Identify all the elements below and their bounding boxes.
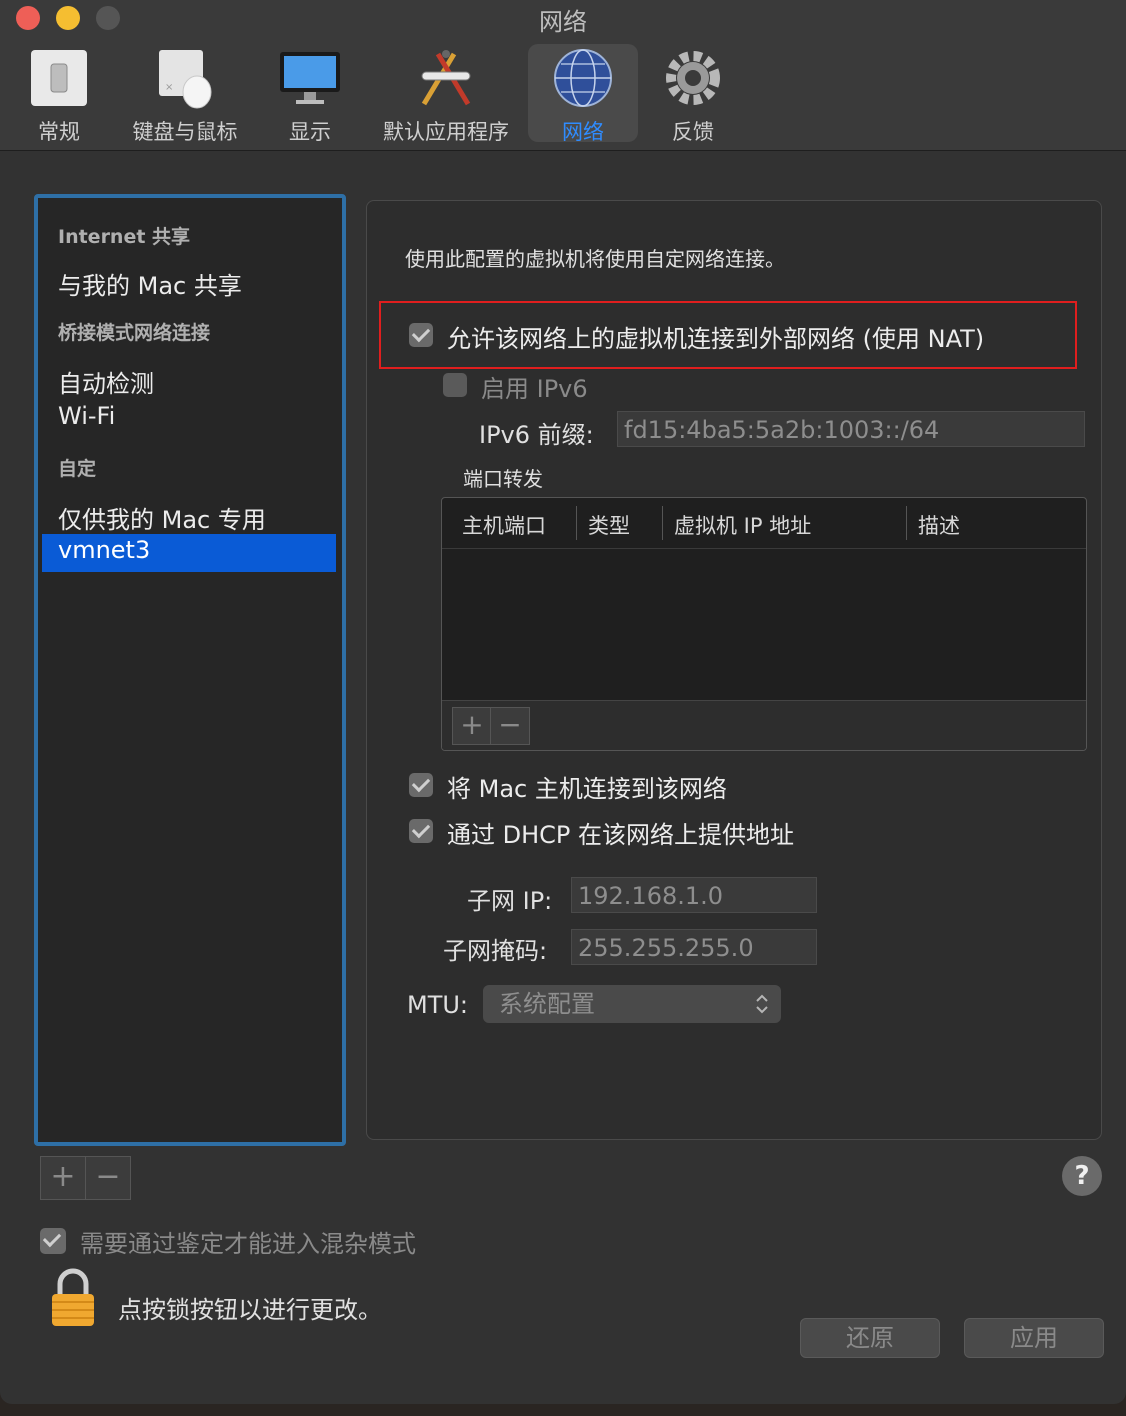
toolbar-item-default-apps[interactable]: 默认应用程序	[376, 44, 516, 144]
ipv6-prefix-label: IPv6 前缀:	[479, 421, 594, 449]
section-header-custom: 自定	[58, 458, 97, 480]
connect-mac-label: 将 Mac 主机连接到该网络	[447, 775, 727, 803]
toolbar-item-keyboard-mouse[interactable]: × 键盘与鼠标	[124, 44, 246, 144]
display-icon	[280, 52, 340, 104]
column-divider	[906, 506, 907, 540]
gear-icon	[666, 51, 720, 105]
section-header-bridged: 桥接模式网络连接	[58, 322, 211, 344]
window-title: 网络	[539, 8, 587, 36]
toolbar-item-label: 键盘与鼠标	[132, 120, 238, 144]
sidebar-item-mac-only[interactable]: 仅供我的 Mac 专用	[58, 500, 266, 535]
mtu-label: MTU:	[407, 991, 469, 1019]
svg-text:×: ×	[165, 82, 173, 93]
toolbar-item-label: 显示	[289, 120, 331, 144]
help-button[interactable]: ?	[1062, 1156, 1102, 1196]
revert-button[interactable]: 还原	[800, 1318, 940, 1358]
dhcp-label: 通过 DHCP 在该网络上提供地址	[447, 821, 795, 849]
toolbar-item-feedback[interactable]: 反馈	[652, 44, 734, 144]
globe-icon	[554, 49, 612, 107]
toolbar-item-general[interactable]: 常规	[20, 44, 98, 144]
lock-label: 点按锁按钮以进行更改。	[118, 1296, 382, 1324]
table-header: 主机端口 类型 虚拟机 IP 地址 描述	[442, 498, 1086, 549]
network-list: Internet 共享 与我的 Mac 共享 桥接模式网络连接 自动检测 Wi-…	[34, 194, 346, 1146]
toolbar-item-label: 常规	[38, 120, 80, 144]
promisc-checkbox[interactable]	[40, 1228, 66, 1254]
switch-icon	[31, 50, 87, 106]
remove-rule-button[interactable]: −	[490, 707, 530, 745]
panel-description: 使用此配置的虚拟机将使用自定网络连接。	[405, 247, 785, 271]
toolbar-item-display[interactable]: 显示	[272, 44, 348, 144]
column-type[interactable]: 类型	[588, 510, 630, 540]
remove-network-button[interactable]: −	[85, 1156, 131, 1200]
network-settings-panel: 使用此配置的虚拟机将使用自定网络连接。 允许该网络上的虚拟机连接到外部网络 (使…	[366, 200, 1102, 1140]
column-divider	[662, 506, 663, 540]
sidebar-item-label: vmnet3	[58, 536, 151, 564]
subnet-mask-field[interactable]: 255.255.255.0	[571, 929, 817, 965]
sidebar-item-wifi[interactable]: Wi-Fi	[58, 402, 115, 430]
column-divider	[576, 506, 577, 540]
apply-button[interactable]: 应用	[964, 1318, 1104, 1358]
subnet-mask-label: 子网掩码:	[443, 937, 548, 965]
column-description[interactable]: 描述	[918, 510, 960, 540]
chevron-updown-icon	[756, 994, 768, 1014]
toolbar-item-label: 网络	[562, 120, 604, 144]
lock-icon[interactable]	[48, 1268, 98, 1328]
dhcp-checkbox[interactable]	[409, 819, 433, 843]
subnet-ip-field[interactable]: 192.168.1.0	[571, 877, 817, 913]
port-forward-table: 主机端口 类型 虚拟机 IP 地址 描述 + −	[441, 497, 1087, 751]
ipv6-prefix-field[interactable]: fd15:4ba5:5a2b:1003::/64	[617, 411, 1085, 447]
connect-mac-checkbox[interactable]	[409, 773, 433, 797]
ipv6-checkbox[interactable]	[443, 373, 467, 397]
add-network-button[interactable]: +	[40, 1156, 86, 1200]
ipv6-label: 启用 IPv6	[481, 375, 588, 403]
sidebar-item-vmnet3[interactable]: vmnet3	[42, 534, 336, 572]
add-rule-button[interactable]: +	[452, 707, 492, 745]
mtu-select[interactable]: 系统配置	[483, 985, 781, 1023]
sidebar-item-autodetect[interactable]: 自动检测	[58, 364, 154, 399]
toolbar-item-network[interactable]: 网络	[528, 44, 638, 144]
column-host-port[interactable]: 主机端口	[462, 510, 546, 540]
table-footer: + −	[442, 700, 1086, 750]
sidebar-item-share-with-mac[interactable]: 与我的 Mac 共享	[58, 266, 242, 301]
nat-checkbox[interactable]	[409, 323, 433, 347]
column-vm-ip[interactable]: 虚拟机 IP 地址	[674, 510, 811, 540]
subnet-ip-label: 子网 IP:	[467, 887, 553, 915]
section-header-internet-sharing: Internet 共享	[58, 226, 191, 248]
promisc-label: 需要通过鉴定才能进入混杂模式	[80, 1230, 416, 1258]
mtu-value: 系统配置	[499, 990, 595, 1018]
nat-label: 允许该网络上的虚拟机连接到外部网络 (使用 NAT)	[447, 325, 985, 353]
port-forward-label: 端口转发	[463, 467, 543, 491]
preferences-window: 网络 常规 × 键盘与鼠标 显示 默认应用程序 网络 反馈 Internet 共…	[0, 0, 1126, 1404]
keyboard-mouse-icon: ×	[159, 50, 212, 109]
toolbar-item-label: 反馈	[672, 120, 714, 144]
toolbar-item-label: 默认应用程序	[383, 120, 509, 144]
toolbar: 网络 常规 × 键盘与鼠标 显示 默认应用程序 网络 反馈	[0, 0, 1126, 151]
apps-icon	[421, 50, 471, 106]
